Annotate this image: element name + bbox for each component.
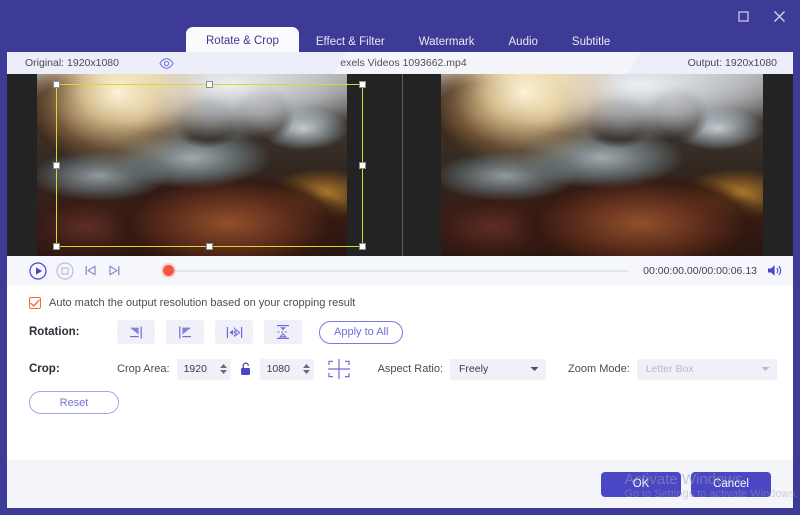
rotation-label: Rotation: <box>29 326 80 338</box>
tab-label: Watermark <box>418 35 475 48</box>
aspect-ratio-value: Freely <box>459 363 489 375</box>
output-preview <box>406 74 793 256</box>
crop-handle-middle-left[interactable] <box>53 161 60 169</box>
crop-width-stepper[interactable] <box>219 364 227 374</box>
rotate-right-icon <box>179 326 191 338</box>
original-resolution-group: Original: 1920x1080 <box>7 52 347 74</box>
play-icon[interactable] <box>29 261 47 280</box>
dialog-body: Pexels Videos 1093662.mp4 Original: 1920… <box>7 52 793 508</box>
apply-to-all-button[interactable]: Apply to All <box>319 320 404 344</box>
tab-subtitle[interactable]: Subtitle <box>555 29 627 54</box>
preview-area <box>7 74 793 256</box>
crop-selection-box[interactable] <box>53 81 366 250</box>
playhead-thumb[interactable] <box>163 264 174 276</box>
apply-to-all-label: Apply to All <box>334 326 389 338</box>
lock-icon[interactable] <box>239 362 252 376</box>
aspect-ratio-select[interactable]: Freely <box>450 358 547 380</box>
rotation-row: Rotation: Apply to All <box>7 309 793 344</box>
tab-effect-filter[interactable]: Effect & Filter <box>299 29 402 54</box>
crop-height-stepper[interactable] <box>302 364 310 374</box>
crop-handle-bottom-right[interactable] <box>359 243 366 250</box>
tab-label: Subtitle <box>571 35 611 48</box>
previous-frame-icon[interactable] <box>83 263 98 278</box>
timecode-display: 00:00:00.00/00:00:06.13 <box>643 264 757 277</box>
tab-rotate-crop[interactable]: Rotate & Crop <box>186 27 299 54</box>
aspect-ratio-label: Aspect Ratio: <box>377 363 444 375</box>
rotate-right-button[interactable] <box>166 320 204 344</box>
crop-handle-bottom-left[interactable] <box>53 243 60 250</box>
info-bar: Pexels Videos 1093662.mp4 Original: 1920… <box>7 52 793 74</box>
tab-bar: Rotate & Crop Effect & Filter Watermark … <box>186 27 627 54</box>
output-resolution-label: Output: 1920x1080 <box>628 52 793 74</box>
crop-height-value: 1080 <box>266 363 290 375</box>
crop-width-input[interactable]: 1920 <box>176 358 231 380</box>
crop-row: Crop: Crop Area: 1920 1080 Aspect Ratio:… <box>7 344 793 380</box>
zoom-mode-label: Zoom Mode: <box>568 363 630 375</box>
next-frame-icon[interactable] <box>107 263 122 278</box>
crop-height-input[interactable]: 1080 <box>259 358 314 380</box>
flip-horizontal-button[interactable] <box>215 320 253 344</box>
chevron-down-icon <box>530 363 539 375</box>
title-bar: Rotate & Crop Effect & Filter Watermark … <box>0 0 800 54</box>
video-editor-dialog: Rotate & Crop Effect & Filter Watermark … <box>0 0 800 515</box>
player-bar: 00:00:00.00/00:00:06.13 <box>7 256 793 285</box>
crop-position-icon[interactable] <box>326 358 352 380</box>
crop-handle-middle-right[interactable] <box>359 161 366 169</box>
zoom-mode-value: Letter Box <box>645 363 694 375</box>
tab-label: Effect & Filter <box>315 35 385 48</box>
ok-label: OK <box>632 478 650 490</box>
tab-watermark[interactable]: Watermark <box>402 29 492 54</box>
tab-label: Rotate & Crop <box>206 34 279 47</box>
auto-match-checkbox[interactable] <box>29 297 41 309</box>
tab-audio[interactable]: Audio <box>492 29 555 54</box>
crop-area-label: Crop Area: <box>117 363 170 375</box>
source-preview[interactable] <box>7 74 400 256</box>
controls-panel: Auto match the output resolution based o… <box>7 285 793 480</box>
stop-icon[interactable] <box>56 261 74 280</box>
crop-width-value: 1920 <box>183 363 207 375</box>
seek-bar[interactable] <box>159 261 630 281</box>
chevron-down-icon <box>761 363 770 375</box>
crop-label: Crop: <box>29 363 60 375</box>
tab-label: Audio <box>508 35 538 48</box>
reset-row: Reset <box>7 380 793 414</box>
eye-icon[interactable] <box>159 57 174 69</box>
crop-handle-top-left[interactable] <box>53 81 60 88</box>
reset-button[interactable]: Reset <box>29 391 119 414</box>
seek-track <box>169 269 630 272</box>
reset-label: Reset <box>59 396 89 409</box>
footer-bar: OK Cancel <box>7 460 793 508</box>
flip-horizontal-icon <box>226 326 242 338</box>
crop-handle-bottom-center[interactable] <box>205 243 213 250</box>
output-video-frame <box>441 74 763 256</box>
crop-handle-top-center[interactable] <box>205 81 213 88</box>
auto-match-label: Auto match the output resolution based o… <box>49 297 356 309</box>
zoom-mode-select[interactable]: Letter Box <box>636 358 777 380</box>
rotate-left-button[interactable] <box>117 320 155 344</box>
cancel-label: Cancel <box>713 478 749 490</box>
crop-handle-top-right[interactable] <box>359 81 366 88</box>
window-controls <box>732 6 790 26</box>
cancel-button[interactable]: Cancel <box>691 471 771 497</box>
volume-icon[interactable] <box>766 263 783 278</box>
ok-button[interactable]: OK <box>601 471 681 497</box>
maximize-icon[interactable] <box>732 6 754 26</box>
flip-vertical-icon <box>277 325 289 339</box>
flip-vertical-button[interactable] <box>264 320 302 344</box>
auto-match-row: Auto match the output resolution based o… <box>7 285 793 309</box>
close-icon[interactable] <box>768 6 790 26</box>
rotate-left-icon <box>130 326 142 338</box>
original-resolution-label: Original: 1920x1080 <box>25 57 119 69</box>
